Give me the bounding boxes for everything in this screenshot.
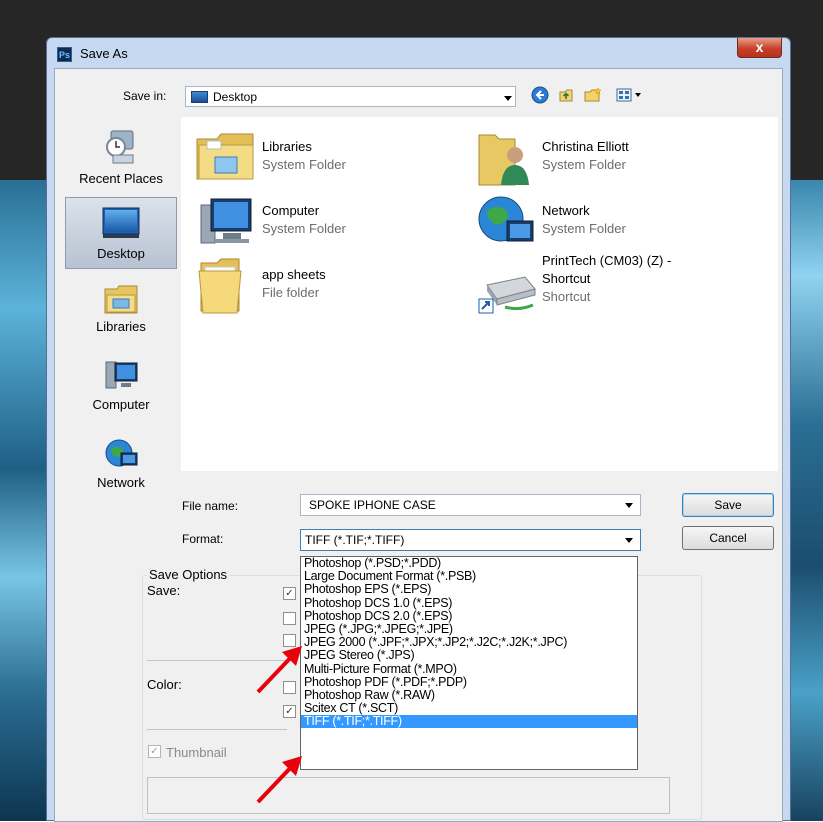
file-type: System Folder — [542, 221, 626, 236]
computer-icon — [103, 359, 139, 393]
network-icon — [103, 437, 139, 471]
libraries-icon — [103, 281, 139, 315]
place-computer[interactable]: Computer — [65, 355, 177, 425]
save-checkbox-1[interactable]: ✓ — [283, 587, 296, 600]
format-option[interactable]: Photoshop DCS 2.0 (*.EPS) — [301, 609, 637, 623]
save-options-label: Save Options — [147, 567, 230, 582]
color-label: Color: — [147, 677, 182, 692]
desktop-icon — [191, 91, 208, 103]
back-icon[interactable] — [530, 85, 550, 105]
thumbnail-label: Thumbnail — [166, 745, 227, 760]
format-option[interactable]: Photoshop EPS (*.EPS) — [301, 583, 637, 596]
color-checkbox-2[interactable]: ✓ — [283, 705, 296, 718]
annotation-arrow-tiff — [256, 756, 302, 804]
save-button[interactable]: Save — [682, 493, 774, 517]
dialog-title: Save As — [80, 46, 128, 61]
file-name: Network — [542, 203, 590, 218]
format-option[interactable]: Multi-Picture Format (*.MPO) — [301, 662, 637, 676]
file-type: File folder — [262, 285, 320, 300]
place-label: Network — [97, 475, 145, 490]
place-label: Recent Places — [79, 171, 163, 186]
desktop-background-right — [788, 180, 823, 821]
desktop-icon — [101, 206, 141, 240]
chevron-down-icon — [625, 538, 633, 543]
annotation-arrow-jpeg — [256, 646, 302, 694]
file-type: System Folder — [262, 157, 346, 172]
save-label: Save: — [147, 583, 181, 598]
format-option[interactable]: Photoshop DCS 1.0 (*.EPS) — [301, 596, 637, 610]
chevron-down-icon — [504, 96, 512, 101]
file-item-app-sheets[interactable]: app sheets File folder — [187, 253, 467, 315]
file-item-computer[interactable]: Computer System Folder — [187, 189, 467, 251]
place-libraries[interactable]: Libraries — [65, 277, 177, 347]
file-type: System Folder — [542, 157, 626, 172]
file-item-network[interactable]: Network System Folder — [467, 189, 747, 251]
format-option[interactable]: Photoshop PDF (*.PDF;*.PDP) — [301, 675, 637, 689]
file-list[interactable]: Libraries System Folder Christina Elliot… — [181, 117, 778, 471]
file-type: Shortcut — [542, 289, 591, 304]
file-name-label: File name: — [182, 499, 239, 513]
libraries-folder-icon — [195, 131, 254, 180]
format-label: Format: — [182, 532, 224, 546]
place-label: Desktop — [97, 246, 145, 261]
divider — [147, 729, 287, 730]
format-value: TIFF (*.TIF;*.TIFF) — [305, 533, 405, 547]
file-name: Libraries — [262, 139, 312, 154]
save-in-dropdown[interactable]: Desktop — [185, 86, 516, 107]
view-menu-icon[interactable] — [615, 85, 645, 105]
file-name-field[interactable]: SPOKE IPHONE CASE — [300, 494, 641, 516]
photoshop-app-icon: Ps — [57, 47, 72, 62]
recent-places-icon — [103, 127, 139, 167]
cancel-button[interactable]: Cancel — [682, 526, 774, 550]
chevron-down-icon — [625, 503, 633, 508]
computer-icon — [195, 195, 253, 244]
format-option[interactable]: JPEG Stereo (*.JPS) — [301, 649, 637, 662]
place-label: Computer — [92, 397, 150, 412]
place-network[interactable]: Network — [65, 433, 177, 505]
network-drive-shortcut-icon — [475, 271, 536, 319]
file-name: app sheets — [262, 267, 326, 282]
save-in-label: Save in: — [123, 89, 167, 103]
file-name: Computer — [262, 203, 320, 218]
thumbnail-checkbox[interactable]: ✓ — [148, 745, 161, 758]
file-name-value: SPOKE IPHONE CASE — [309, 498, 436, 512]
save-checkbox-2[interactable] — [283, 612, 296, 625]
up-folder-icon[interactable] — [556, 85, 576, 105]
save-in-value: Desktop — [213, 90, 258, 104]
user-folder-icon — [475, 131, 533, 186]
folder-icon — [195, 257, 253, 314]
place-recent-places[interactable]: Recent Places — [65, 119, 177, 193]
file-name-line2: Shortcut — [542, 271, 591, 286]
title-bar[interactable]: Ps Save As x — [47, 38, 790, 68]
format-option-selected[interactable]: TIFF (*.TIF;*.TIFF) — [301, 715, 637, 729]
file-name-line1: PrintTech (CM03) (Z) - — [542, 253, 672, 268]
file-type: System Folder — [262, 221, 346, 236]
file-item-libraries[interactable]: Libraries System Folder — [187, 125, 467, 187]
format-options-list[interactable]: Photoshop (*.PSD;*.PDD) Large Document F… — [300, 556, 638, 770]
file-item-christina-elliott[interactable]: Christina Elliott System Folder — [467, 125, 747, 187]
new-folder-icon[interactable] — [583, 85, 603, 105]
network-globe-icon — [475, 195, 534, 243]
places-bar: Recent Places Desktop Libraries Computer — [65, 117, 177, 542]
file-item-printtech-shortcut[interactable]: PrintTech (CM03) (Z) - Shortcut Shortcut — [467, 253, 747, 325]
place-label: Libraries — [96, 319, 146, 334]
format-dropdown[interactable]: TIFF (*.TIF;*.TIFF) — [300, 529, 641, 551]
place-desktop[interactable]: Desktop — [65, 197, 177, 269]
desktop-background-left — [0, 180, 52, 821]
close-button[interactable]: x — [737, 38, 782, 58]
file-name: Christina Elliott — [542, 139, 629, 154]
warning-box — [147, 777, 670, 814]
